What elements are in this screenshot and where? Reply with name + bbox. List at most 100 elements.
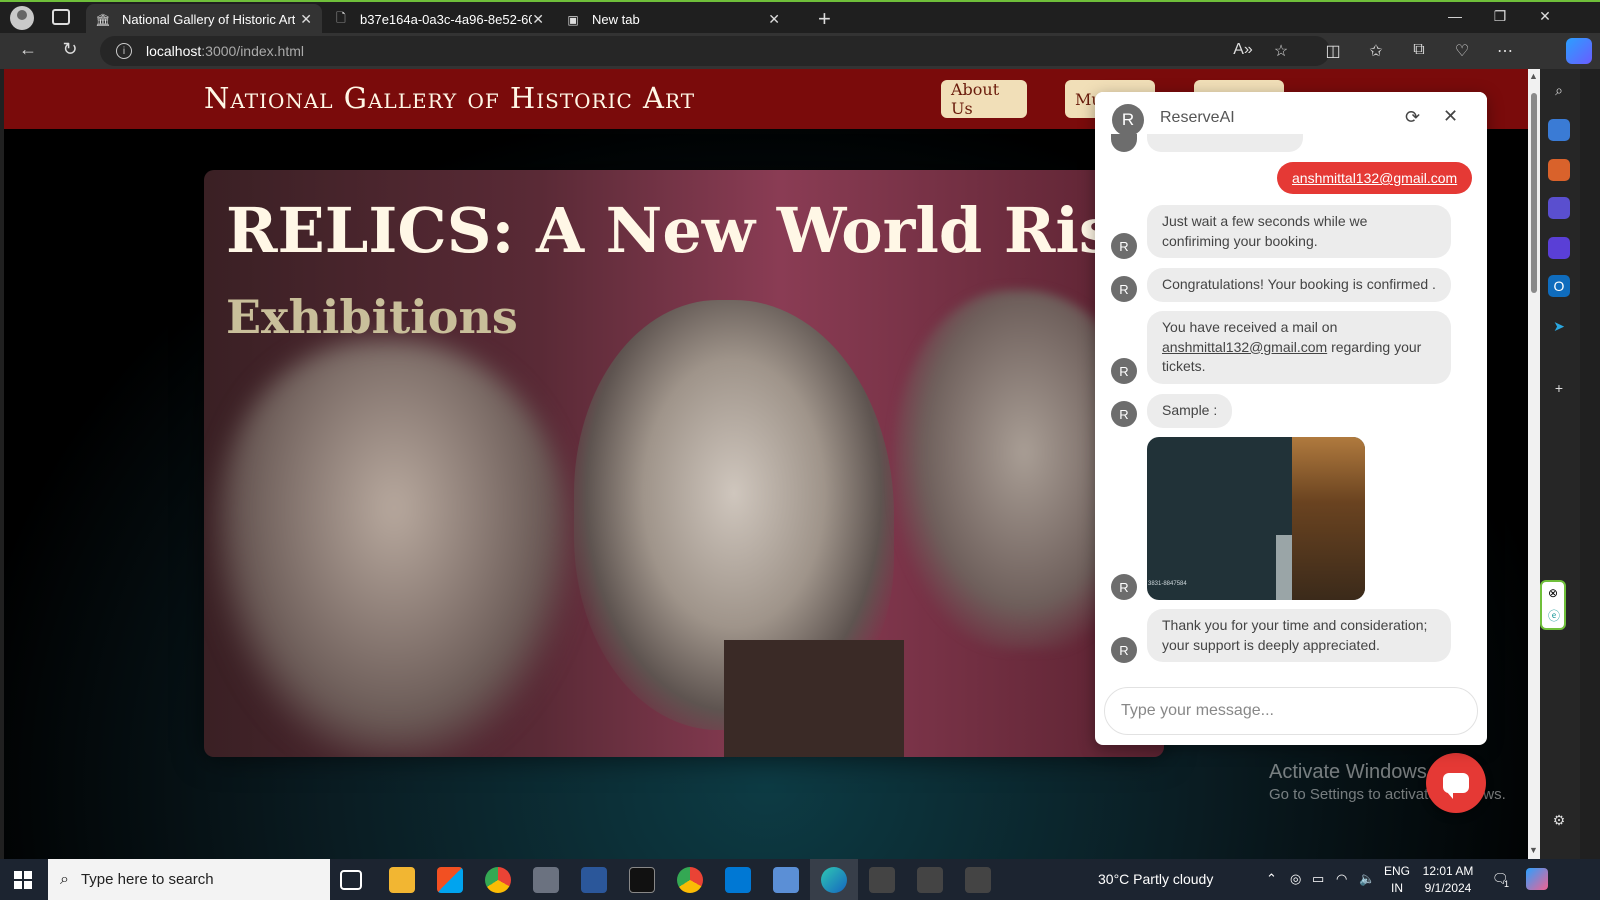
newtab-icon: ▣ — [567, 12, 579, 27]
shopping-tag-icon[interactable] — [1548, 119, 1570, 141]
tab-national-gallery[interactable]: 🏛 National Gallery of Historic Art ✕ — [86, 4, 322, 35]
sample-ticket-image[interactable]: 3831-8847584 — [1147, 437, 1365, 600]
chrome-profile-icon[interactable] — [677, 867, 703, 893]
battery-icon[interactable]: ▭ — [1312, 871, 1324, 887]
mail-email-link[interactable]: anshmittal132@gmail.com — [1162, 339, 1327, 355]
sample-label-message: Sample : — [1147, 394, 1233, 428]
git-gui-icon[interactable] — [917, 867, 943, 893]
message-avatar: R — [1111, 358, 1137, 384]
favorites-icon[interactable]: ✩ — [1365, 41, 1387, 61]
file-explorer-icon[interactable] — [389, 867, 415, 893]
notification-count: 1 — [1504, 879, 1510, 889]
git-icon[interactable] — [869, 867, 895, 893]
bot-name: ReserveAI — [1160, 109, 1235, 126]
reload-button[interactable]: ↻ — [58, 39, 82, 60]
scroll-up-arrow-icon[interactable]: ▲ — [1529, 71, 1538, 81]
site-info-icon[interactable]: i — [116, 43, 132, 59]
scroll-thumb[interactable] — [1531, 93, 1537, 293]
settings-menu-icon[interactable]: ⋯ — [1494, 41, 1516, 61]
browser-titlebar: 🏛 National Gallery of Historic Art ✕ 🗋 b… — [0, 0, 1600, 35]
collections-icon[interactable]: ⧉ — [1408, 41, 1430, 59]
e-circle-icon[interactable]: ⓔ — [1548, 607, 1560, 624]
ticket-code: 3831-8847584 — [1148, 581, 1187, 587]
nav-about-us[interactable]: About Us — [941, 80, 1027, 118]
vscode-icon[interactable] — [725, 867, 751, 893]
chrome-icon[interactable] — [485, 867, 511, 893]
add-sidebar-app-icon[interactable]: + — [1548, 377, 1570, 399]
word-icon[interactable] — [581, 867, 607, 893]
tab-document[interactable]: 🗋 b37e164a-0a3c-4a96-8e52-6054 ✕ — [324, 4, 554, 35]
remote-desktop-icon[interactable] — [773, 867, 799, 893]
url-bar[interactable]: i localhost:3000/index.html — [100, 36, 1330, 66]
new-tab-button[interactable]: + — [818, 6, 831, 32]
games-icon[interactable] — [1548, 197, 1570, 219]
wait-message: Just wait a few seconds while we confiri… — [1147, 205, 1451, 258]
windows-start-icon[interactable] — [14, 871, 32, 889]
confirmed-message: Congratulations! Your booking is confirm… — [1147, 268, 1451, 302]
left-bust-image — [214, 340, 574, 757]
thanks-message: Thank you for your time and consideratio… — [1147, 609, 1451, 662]
mail-notice-message: You have received a mail on anshmittal13… — [1147, 311, 1451, 384]
scroll-down-arrow-icon[interactable]: ▼ — [1529, 845, 1538, 855]
profile-avatar[interactable] — [10, 6, 34, 30]
tab-new-tab[interactable]: ▣ New tab ✕ — [556, 4, 790, 35]
outlook-icon[interactable]: O — [1548, 275, 1570, 297]
message-avatar: R — [1111, 401, 1137, 427]
task-view-icon[interactable] — [340, 870, 362, 890]
split-screen-icon[interactable]: ◫ — [1322, 41, 1344, 61]
tab-actions-icon[interactable] — [52, 9, 70, 25]
chat-toggle-button[interactable] — [1426, 753, 1486, 813]
taskbar-search[interactable]: ⌕ Type here to search — [48, 859, 330, 900]
close-chat-icon[interactable]: ✕ — [1443, 106, 1458, 127]
read-aloud-icon[interactable]: A» — [1232, 41, 1254, 59]
microsoft-store-icon[interactable] — [437, 867, 463, 893]
activate-windows-title: Activate Windows — [1269, 761, 1427, 783]
search-icon[interactable]: ⌕ — [1548, 79, 1570, 101]
wifi-icon[interactable]: ◠ — [1336, 871, 1347, 887]
close-window-button[interactable]: ✕ — [1530, 8, 1560, 25]
tab-close-icon[interactable]: ✕ — [300, 11, 312, 28]
address-bar-row: ← ↻ i localhost:3000/index.html A» ☆ ◫ ✩… — [0, 33, 1600, 69]
tools-briefcase-icon[interactable] — [1548, 159, 1570, 181]
minimize-button[interactable]: — — [1440, 8, 1470, 24]
search-icon: ⌕ — [60, 870, 69, 888]
message-avatar — [1111, 134, 1137, 152]
hero-subtitle: Exhibitions — [226, 290, 518, 344]
tab-close-icon[interactable]: ✕ — [768, 11, 780, 28]
sidebar-settings-gear-icon[interactable]: ⚙ — [1548, 809, 1570, 831]
weather-widget[interactable]: 30°C Partly cloudy — [1098, 871, 1213, 887]
page-scrollbar[interactable]: ▲ ▼ — [1528, 69, 1540, 859]
favorite-star-icon[interactable]: ☆ — [1270, 41, 1292, 61]
terminal-icon[interactable] — [629, 867, 655, 893]
extension-floating-widget[interactable]: ⊗ ⓔ — [1540, 580, 1566, 630]
copilot-taskbar-icon[interactable] — [1526, 868, 1548, 890]
hero-banner: RELICS: A New World Rises Exhibitions — [204, 170, 1164, 757]
restore-button[interactable]: ❐ — [1485, 8, 1515, 25]
copilot-sidebar-icon[interactable] — [1548, 237, 1570, 259]
close-circle-icon[interactable]: ⊗ — [1548, 586, 1558, 600]
site-title: National Gallery of Historic Art — [204, 81, 696, 115]
camera-icon[interactable] — [533, 867, 559, 893]
windows-taskbar: ⌕ Type here to search 30°C Partly cloudy… — [0, 859, 1600, 900]
meet-now-icon[interactable]: ◎ — [1290, 871, 1301, 887]
message-avatar: R — [1111, 574, 1137, 600]
edge-sidebar: ⌕ O ➤ + ⚙ — [1540, 69, 1580, 859]
user-email-message[interactable]: anshmittal132@gmail.com — [1277, 162, 1473, 194]
telegram-send-icon[interactable]: ➤ — [1548, 315, 1570, 337]
message-avatar: R — [1111, 233, 1137, 259]
tab-close-icon[interactable]: ✕ — [532, 11, 544, 28]
chat-message-input[interactable]: Type your message... — [1104, 687, 1478, 735]
message-avatar: R — [1111, 637, 1137, 663]
museum-favicon-icon: 🏛 — [95, 12, 111, 27]
chat-widget: R ReserveAI ⟳ ✕ anshmittal132@gmail.com … — [1095, 92, 1487, 745]
back-button[interactable]: ← — [16, 39, 40, 60]
browser-essentials-icon[interactable]: ♡ — [1451, 41, 1473, 61]
language-indicator[interactable]: ENG IN — [1383, 863, 1411, 897]
copilot-icon[interactable] — [1566, 38, 1592, 64]
chevron-up-icon[interactable]: ⌃ — [1266, 871, 1277, 887]
edge-icon[interactable] — [821, 867, 847, 893]
refresh-chat-icon[interactable]: ⟳ — [1405, 107, 1420, 128]
postman-icon[interactable] — [965, 867, 991, 893]
volume-icon[interactable]: 🔈 — [1359, 871, 1375, 887]
clock[interactable]: 12:01 AM 9/1/2024 — [1418, 863, 1478, 897]
